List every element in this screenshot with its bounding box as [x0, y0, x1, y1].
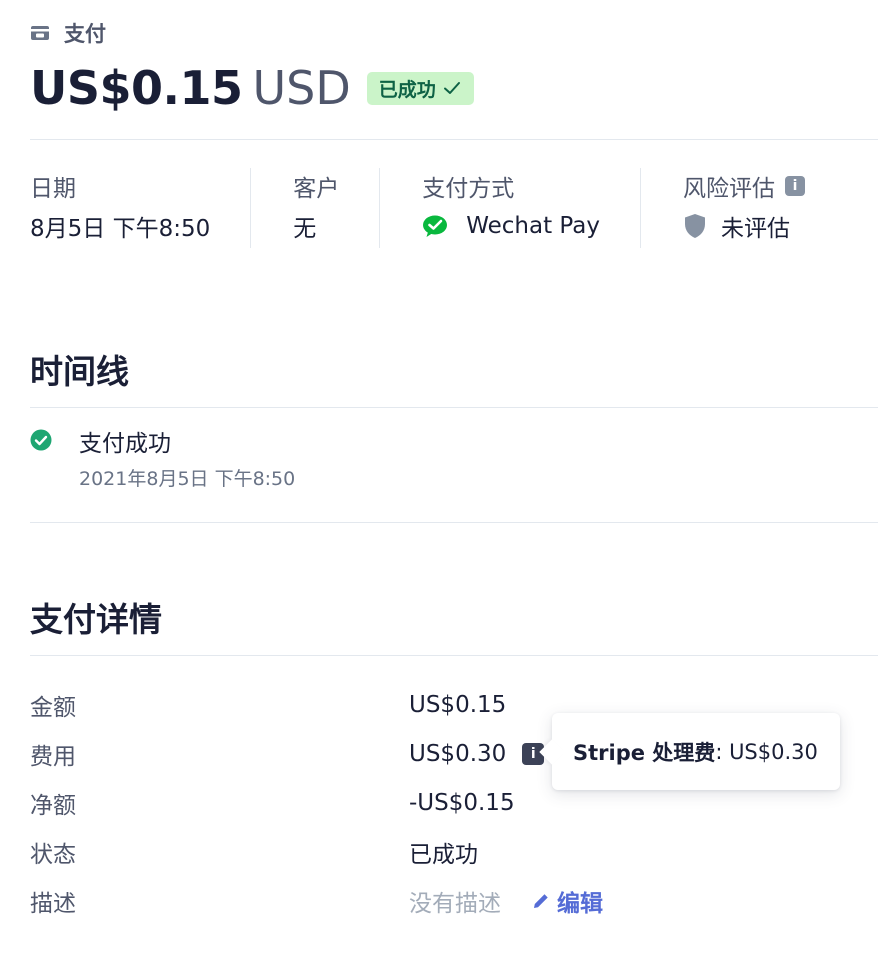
check-circle-icon: [30, 429, 52, 451]
fee-tooltip: Stripe 处理费 : US$0.30: [552, 713, 840, 790]
detail-label: 费用: [30, 743, 76, 770]
summary-date: 日期 8月5日 下午8:50: [30, 168, 250, 248]
info-icon[interactable]: i: [784, 176, 805, 196]
details-divider: [30, 655, 878, 656]
status-badge-label: 已成功: [378, 78, 436, 101]
detail-value: US$0.30: [409, 740, 507, 767]
detail-value: US$0.15: [409, 691, 507, 718]
detail-row-status: 状态 已成功: [30, 827, 603, 876]
payment-summary: 日期 8月5日 下午8:50 客户 无 支付方式 Wechat Pay 风险评估…: [30, 168, 845, 248]
detail-label: 描述: [30, 890, 76, 917]
summary-risk: 风险评估 i 未评估: [639, 168, 845, 248]
payment-currency: USD: [252, 61, 351, 115]
checkmark-icon: [443, 82, 460, 94]
summary-payment-method: 支付方式 Wechat Pay: [379, 168, 640, 248]
timeline-item-time: 2021年8月5日 下午8:50: [79, 468, 296, 490]
shield-icon: [684, 214, 705, 238]
payment-method-value: Wechat Pay: [466, 213, 600, 239]
payment-method-label: 支付方式: [422, 176, 515, 202]
risk-value: 未评估: [720, 216, 790, 242]
wechat-icon: [423, 215, 448, 237]
detail-label: 金额: [30, 694, 76, 721]
detail-value: 已成功: [409, 841, 478, 868]
timeline-divider: [30, 407, 878, 408]
edit-link-label[interactable]: 编辑: [557, 884, 603, 918]
customer-label: 客户: [293, 176, 340, 202]
detail-label: 状态: [30, 841, 76, 868]
payment-amount: US$0.15: [30, 61, 243, 115]
detail-row-description: 描述 没有描述 编辑: [30, 876, 603, 925]
payment-amount-header: US$0.15 USD 已成功: [30, 58, 474, 118]
date-label: 日期: [30, 176, 76, 202]
header-divider: [30, 139, 878, 140]
detail-label: 净额: [30, 792, 76, 819]
breadcrumb: 支付: [30, 18, 106, 48]
summary-customer: 客户 无: [250, 168, 379, 248]
details-title: 支付详情: [30, 600, 162, 639]
timeline-item-title: 支付成功: [79, 431, 171, 457]
breadcrumb-label[interactable]: 支付: [64, 18, 106, 48]
status-badge: 已成功: [366, 71, 474, 105]
timeline-bottom-divider: [30, 522, 878, 523]
detail-row-net: 净额 -US$0.15: [30, 778, 603, 827]
tooltip-value: : US$0.30: [715, 739, 818, 764]
pencil-icon: [534, 893, 548, 908]
edit-description-link[interactable]: 编辑: [531, 884, 603, 918]
customer-value: 无: [293, 216, 317, 242]
payment-card-icon: [30, 25, 50, 41]
detail-row-amount: 金额 US$0.15: [30, 680, 603, 729]
timeline-title: 时间线: [30, 352, 129, 391]
risk-label: 风险评估: [682, 176, 775, 202]
detail-value: 没有描述: [409, 890, 501, 917]
tooltip-label: Stripe 处理费: [573, 740, 716, 765]
detail-row-fee: 费用 US$0.30 i: [30, 729, 603, 778]
payment-details: 金额 US$0.15 费用 US$0.30 i 净额 -US$0.15 状态 已…: [30, 680, 603, 925]
date-value: 8月5日 下午8:50: [30, 216, 211, 242]
detail-value: -US$0.15: [409, 789, 515, 816]
